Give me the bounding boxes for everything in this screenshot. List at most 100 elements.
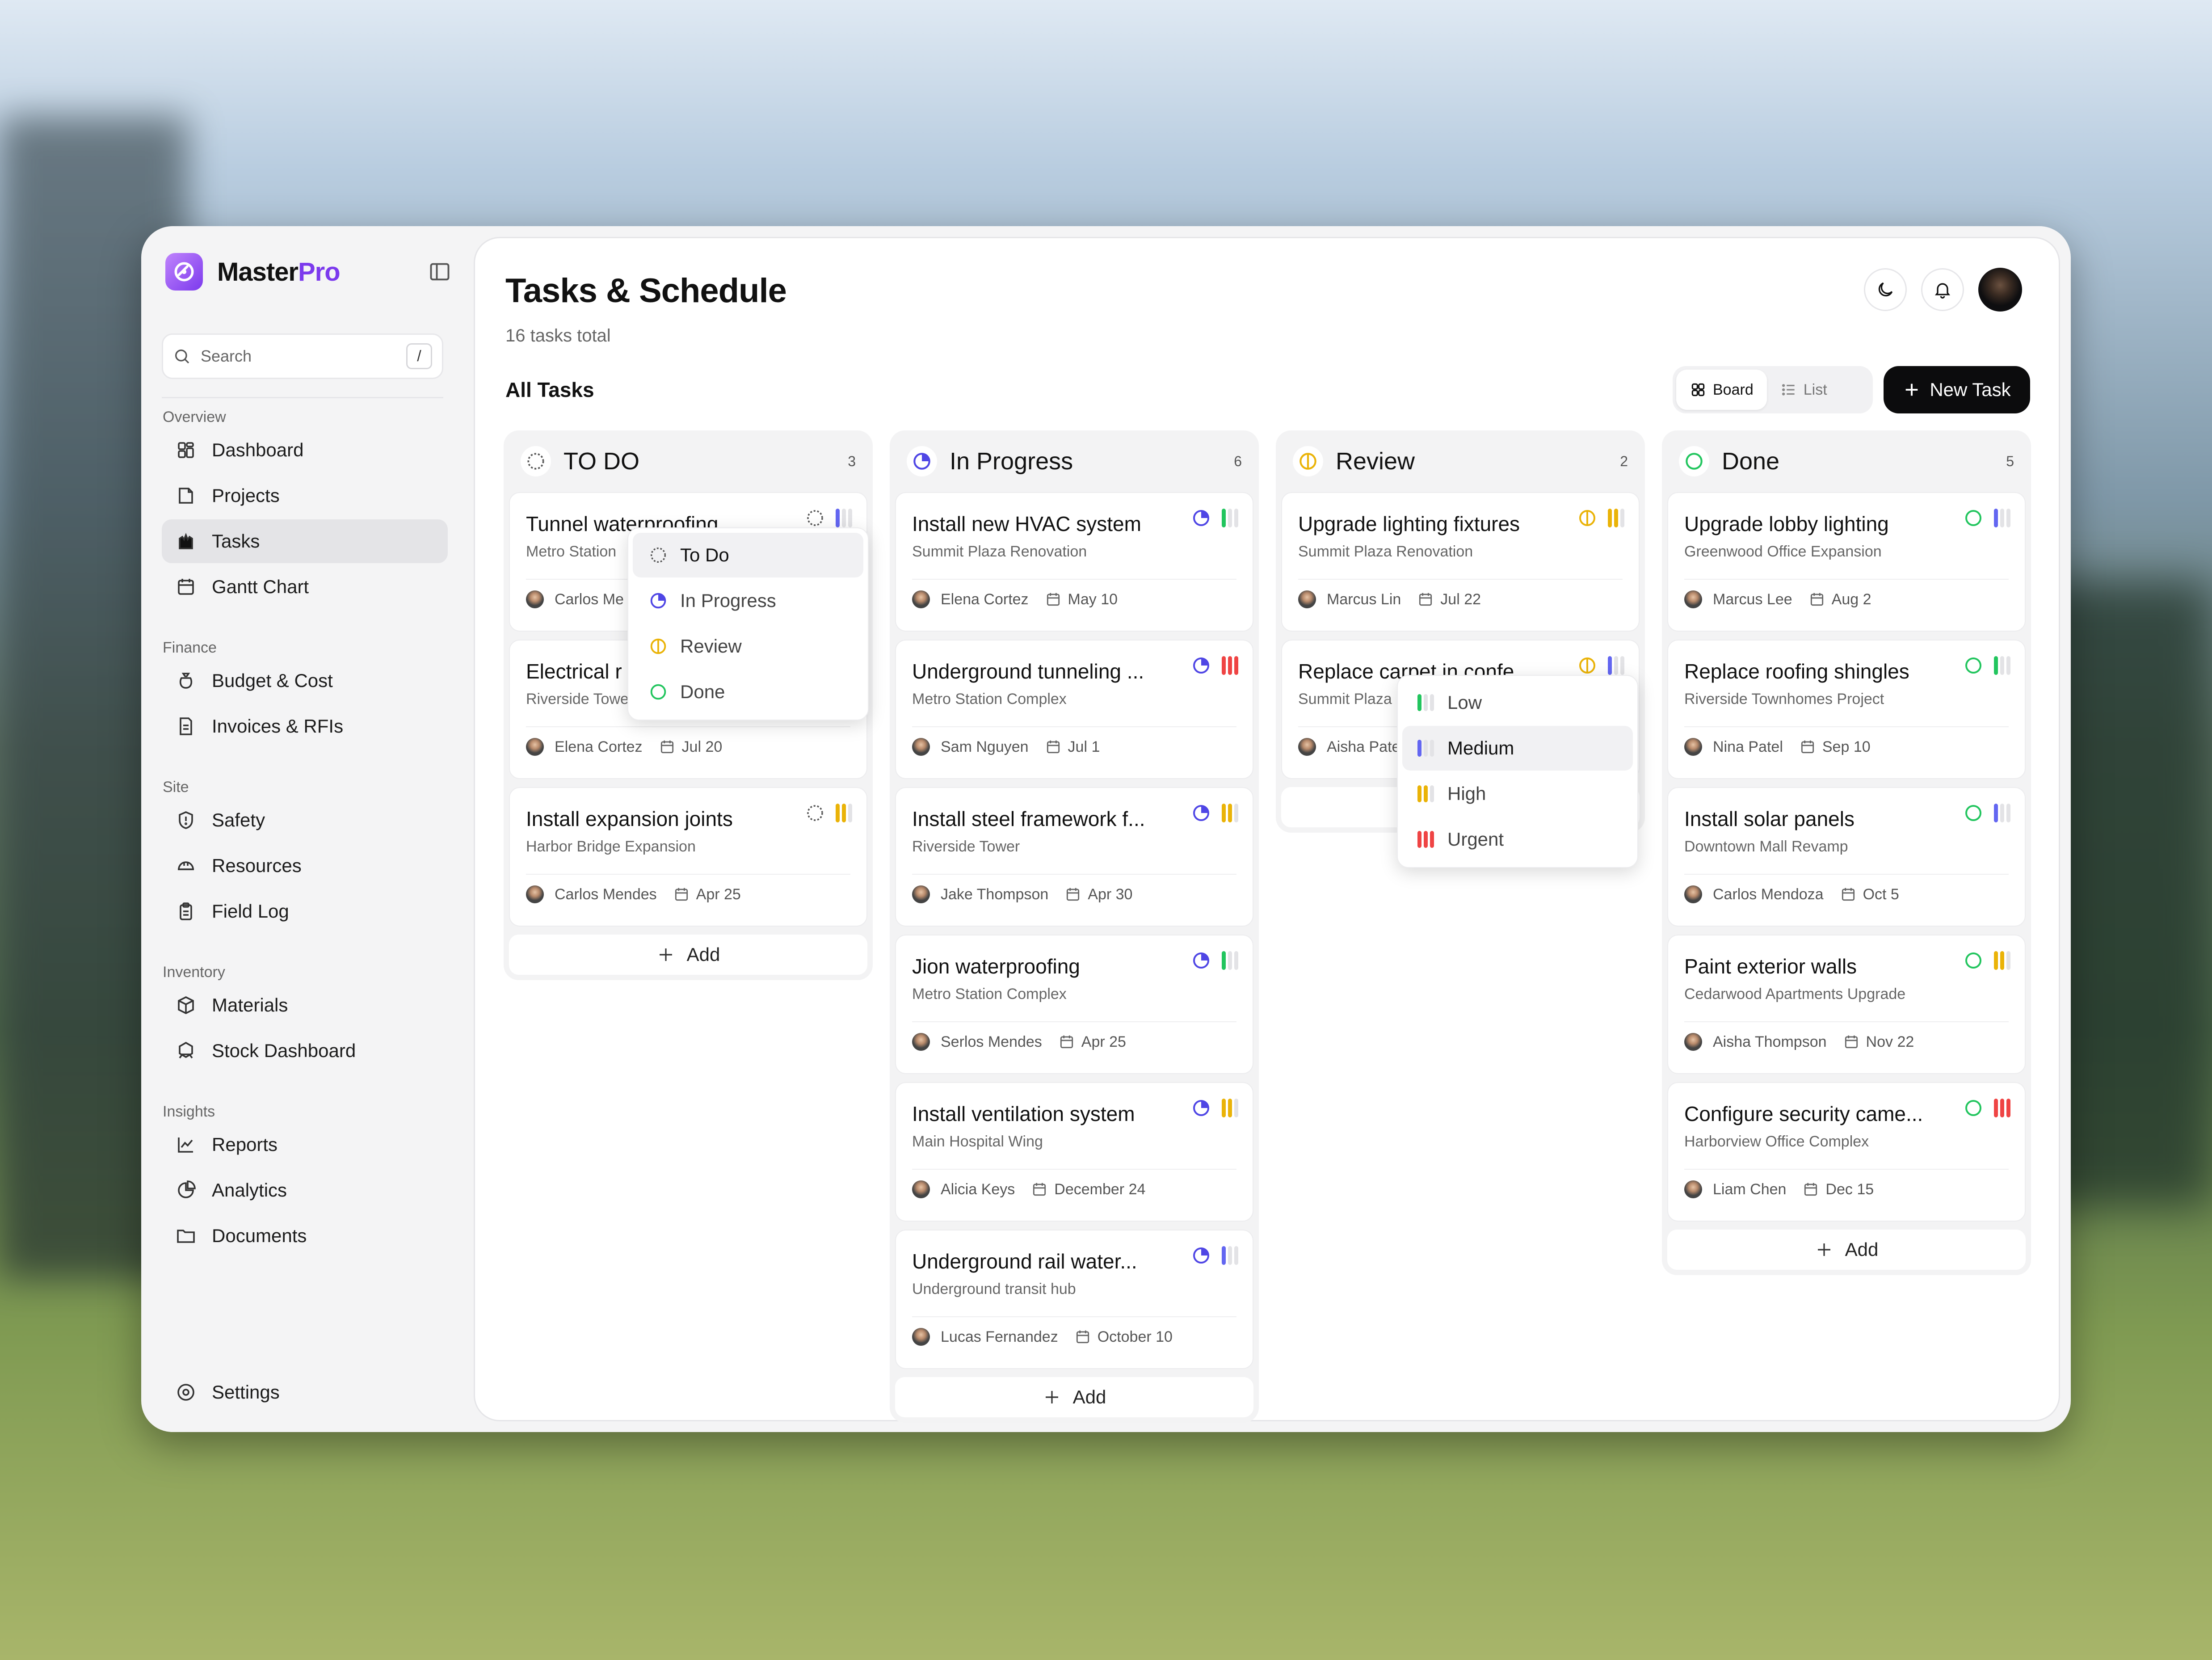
sidebar-item-gantt-chart[interactable]: Gantt Chart [162,565,448,609]
column-header: Review 2 [1276,430,1645,492]
sidebar-item-stock-dashboard[interactable]: Stock Dashboard [162,1029,448,1073]
task-card[interactable]: Underground rail water... Underground tra… [895,1230,1253,1369]
priority-high-icon[interactable] [1222,804,1238,822]
add-task-button[interactable]: Add [895,1377,1253,1417]
task-card[interactable]: Install ventilation system Main Hospital … [895,1082,1253,1222]
priority-high-icon[interactable] [836,804,852,822]
status-option-done[interactable]: Done [633,670,863,714]
notifications-button[interactable] [1921,268,1964,311]
logo-icon [165,253,203,291]
search-input[interactable]: Search / [162,333,443,379]
task-due-date: Jul 22 [1440,590,1481,608]
task-status-button[interactable] [1190,802,1212,824]
task-meta: Carlos Mendoza Oct 5 [1684,885,1899,903]
sidebar-item-settings[interactable]: Settings [162,1369,448,1414]
priority-medium-icon[interactable] [836,509,852,527]
status-option-progress[interactable]: In Progress [633,578,863,623]
task-card[interactable]: Underground tunneling ... Metro Station C… [895,640,1253,779]
priority-bar [1228,1246,1232,1265]
task-card[interactable]: Replace roofing shingles Riverside Townho… [1667,640,2026,779]
card-divider [1298,579,1623,580]
priority-option-high[interactable]: High [1402,771,1633,816]
sidebar-item-invoices-rfis[interactable]: Invoices & RFIs [162,704,448,748]
task-status-button[interactable] [1577,507,1598,529]
priority-low-icon[interactable] [1222,509,1238,527]
task-card[interactable]: Install solar panels Downtown Mall Revamp… [1667,787,2026,927]
status-option-review[interactable]: Review [633,624,863,669]
sidebar-item-safety[interactable]: Safety [162,798,448,842]
priority-medium-icon[interactable] [1994,804,2010,822]
task-status-button[interactable] [1963,507,1984,529]
sidebar-item-resources[interactable]: Resources [162,844,448,888]
user-avatar[interactable] [1978,268,2022,312]
task-status-button[interactable] [1577,655,1598,676]
sidebar-item-documents[interactable]: Documents [162,1214,448,1258]
task-card[interactable]: Install steel framework f... Riverside To… [895,787,1253,927]
add-task-button[interactable]: Add [509,935,867,975]
task-card[interactable]: Install new HVAC system Summit Plaza Reno… [895,492,1253,632]
task-card[interactable]: Configure security came... Harborview Off… [1667,1082,2026,1222]
priority-low-icon[interactable] [1222,951,1238,970]
sidebar-item-projects[interactable]: Projects [162,474,448,518]
sidebar-item-materials[interactable]: Materials [162,983,448,1027]
settings-button[interactable]: Settings [162,1370,448,1414]
board-view-tab[interactable]: Board [1676,370,1767,410]
task-card[interactable]: Jion waterproofing Metro Station Complex S… [895,935,1253,1074]
task-status-button[interactable] [1190,655,1212,676]
status-done-icon [1965,1100,1981,1116]
task-status-button[interactable] [1963,1097,1984,1119]
nav-group-site: Site Safety Resources Field Log [162,779,448,933]
status-review-icon [650,638,666,654]
sidebar-item-tasks[interactable]: Tasks [162,519,448,563]
task-title: Upgrade lighting fixtures [1298,512,1520,535]
list-view-tab[interactable]: List [1767,370,1841,410]
priority-urgent-icon[interactable] [1222,656,1238,675]
task-card[interactable]: Paint exterior walls Cedarwood Apartments… [1667,935,2026,1074]
priority-medium-icon[interactable] [1222,1246,1238,1265]
priority-medium-icon[interactable] [1994,509,2010,527]
priority-high-icon[interactable] [1608,509,1624,527]
sidebar-item-budget-cost[interactable]: Budget & Cost [162,659,448,703]
task-title: Jion waterproofing [912,955,1080,978]
priority-option-urgent[interactable]: Urgent [1402,817,1633,862]
priority-dropdown: Low Medium High Urgent [1397,675,1638,868]
column-progress: In Progress 6 Install new HVAC system Summi… [890,430,1259,1423]
task-card[interactable]: Upgrade lighting fixtures Summit Plaza Re… [1281,492,1640,632]
sidebar-item-field-log[interactable]: Field Log [162,889,448,933]
priority-low-icon[interactable] [1417,694,1434,711]
priority-high-icon[interactable] [1222,1099,1238,1117]
task-status-button[interactable] [1190,1245,1212,1266]
new-task-button[interactable]: New Task [1884,366,2030,413]
task-status-button[interactable] [1963,655,1984,676]
task-status-button[interactable] [1963,950,1984,971]
task-status-button[interactable] [1190,507,1212,529]
priority-low-icon[interactable] [1994,656,2010,675]
status-option-todo[interactable]: To Do [633,533,863,577]
sidebar-item-dashboard[interactable]: Dashboard [162,428,448,472]
priority-high-icon[interactable] [1994,951,2010,970]
projects-icon [179,488,193,504]
priority-bar [1430,694,1434,711]
priority-option-low[interactable]: Low [1402,680,1633,725]
theme-toggle-button[interactable] [1864,268,1907,311]
task-status-button[interactable] [804,507,826,529]
task-status-button[interactable] [1190,950,1212,971]
task-status-button[interactable] [804,802,826,824]
sidebar-item-reports[interactable]: Reports [162,1123,448,1167]
task-card[interactable]: Install expansion joints Harbor Bridge Ex… [509,787,867,927]
priority-option-medium[interactable]: Medium [1402,726,1633,771]
priority-medium-icon[interactable] [1417,740,1434,757]
task-card[interactable]: Upgrade lobby lighting Greenwood Office E… [1667,492,2026,632]
brand-logo[interactable]: MasterPro [165,250,451,293]
task-status-button[interactable] [1963,802,1984,824]
priority-medium-icon[interactable] [1608,656,1624,675]
priority-high-icon[interactable] [1417,785,1434,802]
task-status-button[interactable] [1190,1097,1212,1119]
priority-urgent-icon[interactable] [1417,831,1434,848]
sidebar-toggle-icon[interactable] [428,260,451,283]
status-option-label: Review [680,636,742,657]
add-task-button[interactable]: Add [1667,1230,2026,1270]
sidebar-item-analytics[interactable]: Analytics [162,1168,448,1212]
helmet-icon [178,861,194,870]
priority-urgent-icon[interactable] [1994,1099,2010,1117]
